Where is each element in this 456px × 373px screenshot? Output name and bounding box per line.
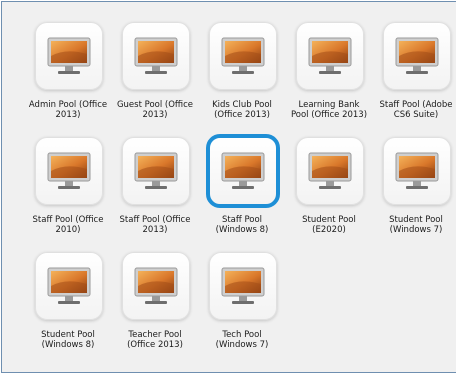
- pool-tile[interactable]: [209, 252, 277, 320]
- pool-label: Teacher Pool (Office 2013): [127, 330, 183, 350]
- pool-item[interactable]: Admin Pool (Office 2013): [22, 22, 109, 137]
- pool-label: Staff Pool (Office 2010): [32, 215, 104, 235]
- desktop-icon: [47, 37, 91, 74]
- desktop-icon: [395, 37, 439, 74]
- desktop-icon: [308, 37, 352, 74]
- pool-tile[interactable]: [383, 22, 451, 90]
- pool-tile[interactable]: [35, 137, 103, 205]
- pool-tile[interactable]: [296, 22, 364, 90]
- pool-item[interactable]: Staff Pool (Adobe CS6 Suite): [370, 22, 456, 137]
- pool-tile[interactable]: [383, 137, 451, 205]
- pool-item[interactable]: Student Pool (Windows 7): [370, 137, 456, 252]
- pool-tile[interactable]: [296, 137, 364, 205]
- pool-tile[interactable]: [209, 22, 277, 90]
- pool-item[interactable]: Teacher Pool (Office 2013): [109, 252, 196, 367]
- pool-label: Student Pool (Windows 8): [41, 330, 95, 350]
- desktop-pool-panel: Admin Pool (Office 2013) Guest Pool (Off…: [1, 1, 456, 373]
- pool-item[interactable]: Staff Pool (Office 2010): [22, 137, 109, 252]
- pool-label: Student Pool (Windows 7): [389, 215, 443, 235]
- desktop-icon: [134, 267, 178, 304]
- pool-tile[interactable]: [122, 137, 190, 205]
- pool-label: Admin Pool (Office 2013): [28, 100, 108, 120]
- pool-tile[interactable]: [122, 252, 190, 320]
- desktop-icon: [221, 152, 265, 189]
- pool-label: Student Pool (E2020): [302, 215, 356, 235]
- pool-item[interactable]: Student Pool (Windows 8): [22, 252, 109, 367]
- pool-label: Kids Club Pool (Office 2013): [212, 100, 272, 120]
- pool-tile[interactable]: [122, 22, 190, 90]
- pool-label: Staff Pool (Windows 8): [215, 215, 269, 235]
- desktop-icon: [221, 37, 265, 74]
- pool-label: Learning Bank Pool (Office 2013): [290, 100, 368, 120]
- pool-item[interactable]: Staff Pool (Office 2013): [109, 137, 196, 252]
- pool-item[interactable]: Student Pool (E2020): [283, 137, 370, 252]
- pool-label: Tech Pool (Windows 7): [215, 330, 269, 350]
- desktop-icon: [395, 152, 439, 189]
- desktop-icon: [308, 152, 352, 189]
- pool-grid: Admin Pool (Office 2013) Guest Pool (Off…: [22, 22, 456, 367]
- pool-item[interactable]: Learning Bank Pool (Office 2013): [283, 22, 370, 137]
- pool-item-selected[interactable]: Staff Pool (Windows 8): [196, 134, 283, 252]
- desktop-icon: [221, 267, 265, 304]
- pool-tile[interactable]: [35, 22, 103, 90]
- desktop-icon: [134, 37, 178, 74]
- pool-label: Staff Pool (Office 2013): [119, 215, 191, 235]
- pool-item[interactable]: Tech Pool (Windows 7): [196, 252, 283, 367]
- pool-tile[interactable]: [35, 252, 103, 320]
- desktop-icon: [134, 152, 178, 189]
- pool-label: Guest Pool (Office 2013): [116, 100, 194, 120]
- desktop-icon: [47, 152, 91, 189]
- desktop-icon: [47, 267, 91, 304]
- pool-tile[interactable]: [206, 134, 280, 208]
- pool-item[interactable]: Kids Club Pool (Office 2013): [196, 22, 283, 137]
- pool-item[interactable]: Guest Pool (Office 2013): [109, 22, 196, 137]
- pool-label: Staff Pool (Adobe CS6 Suite): [379, 100, 453, 120]
